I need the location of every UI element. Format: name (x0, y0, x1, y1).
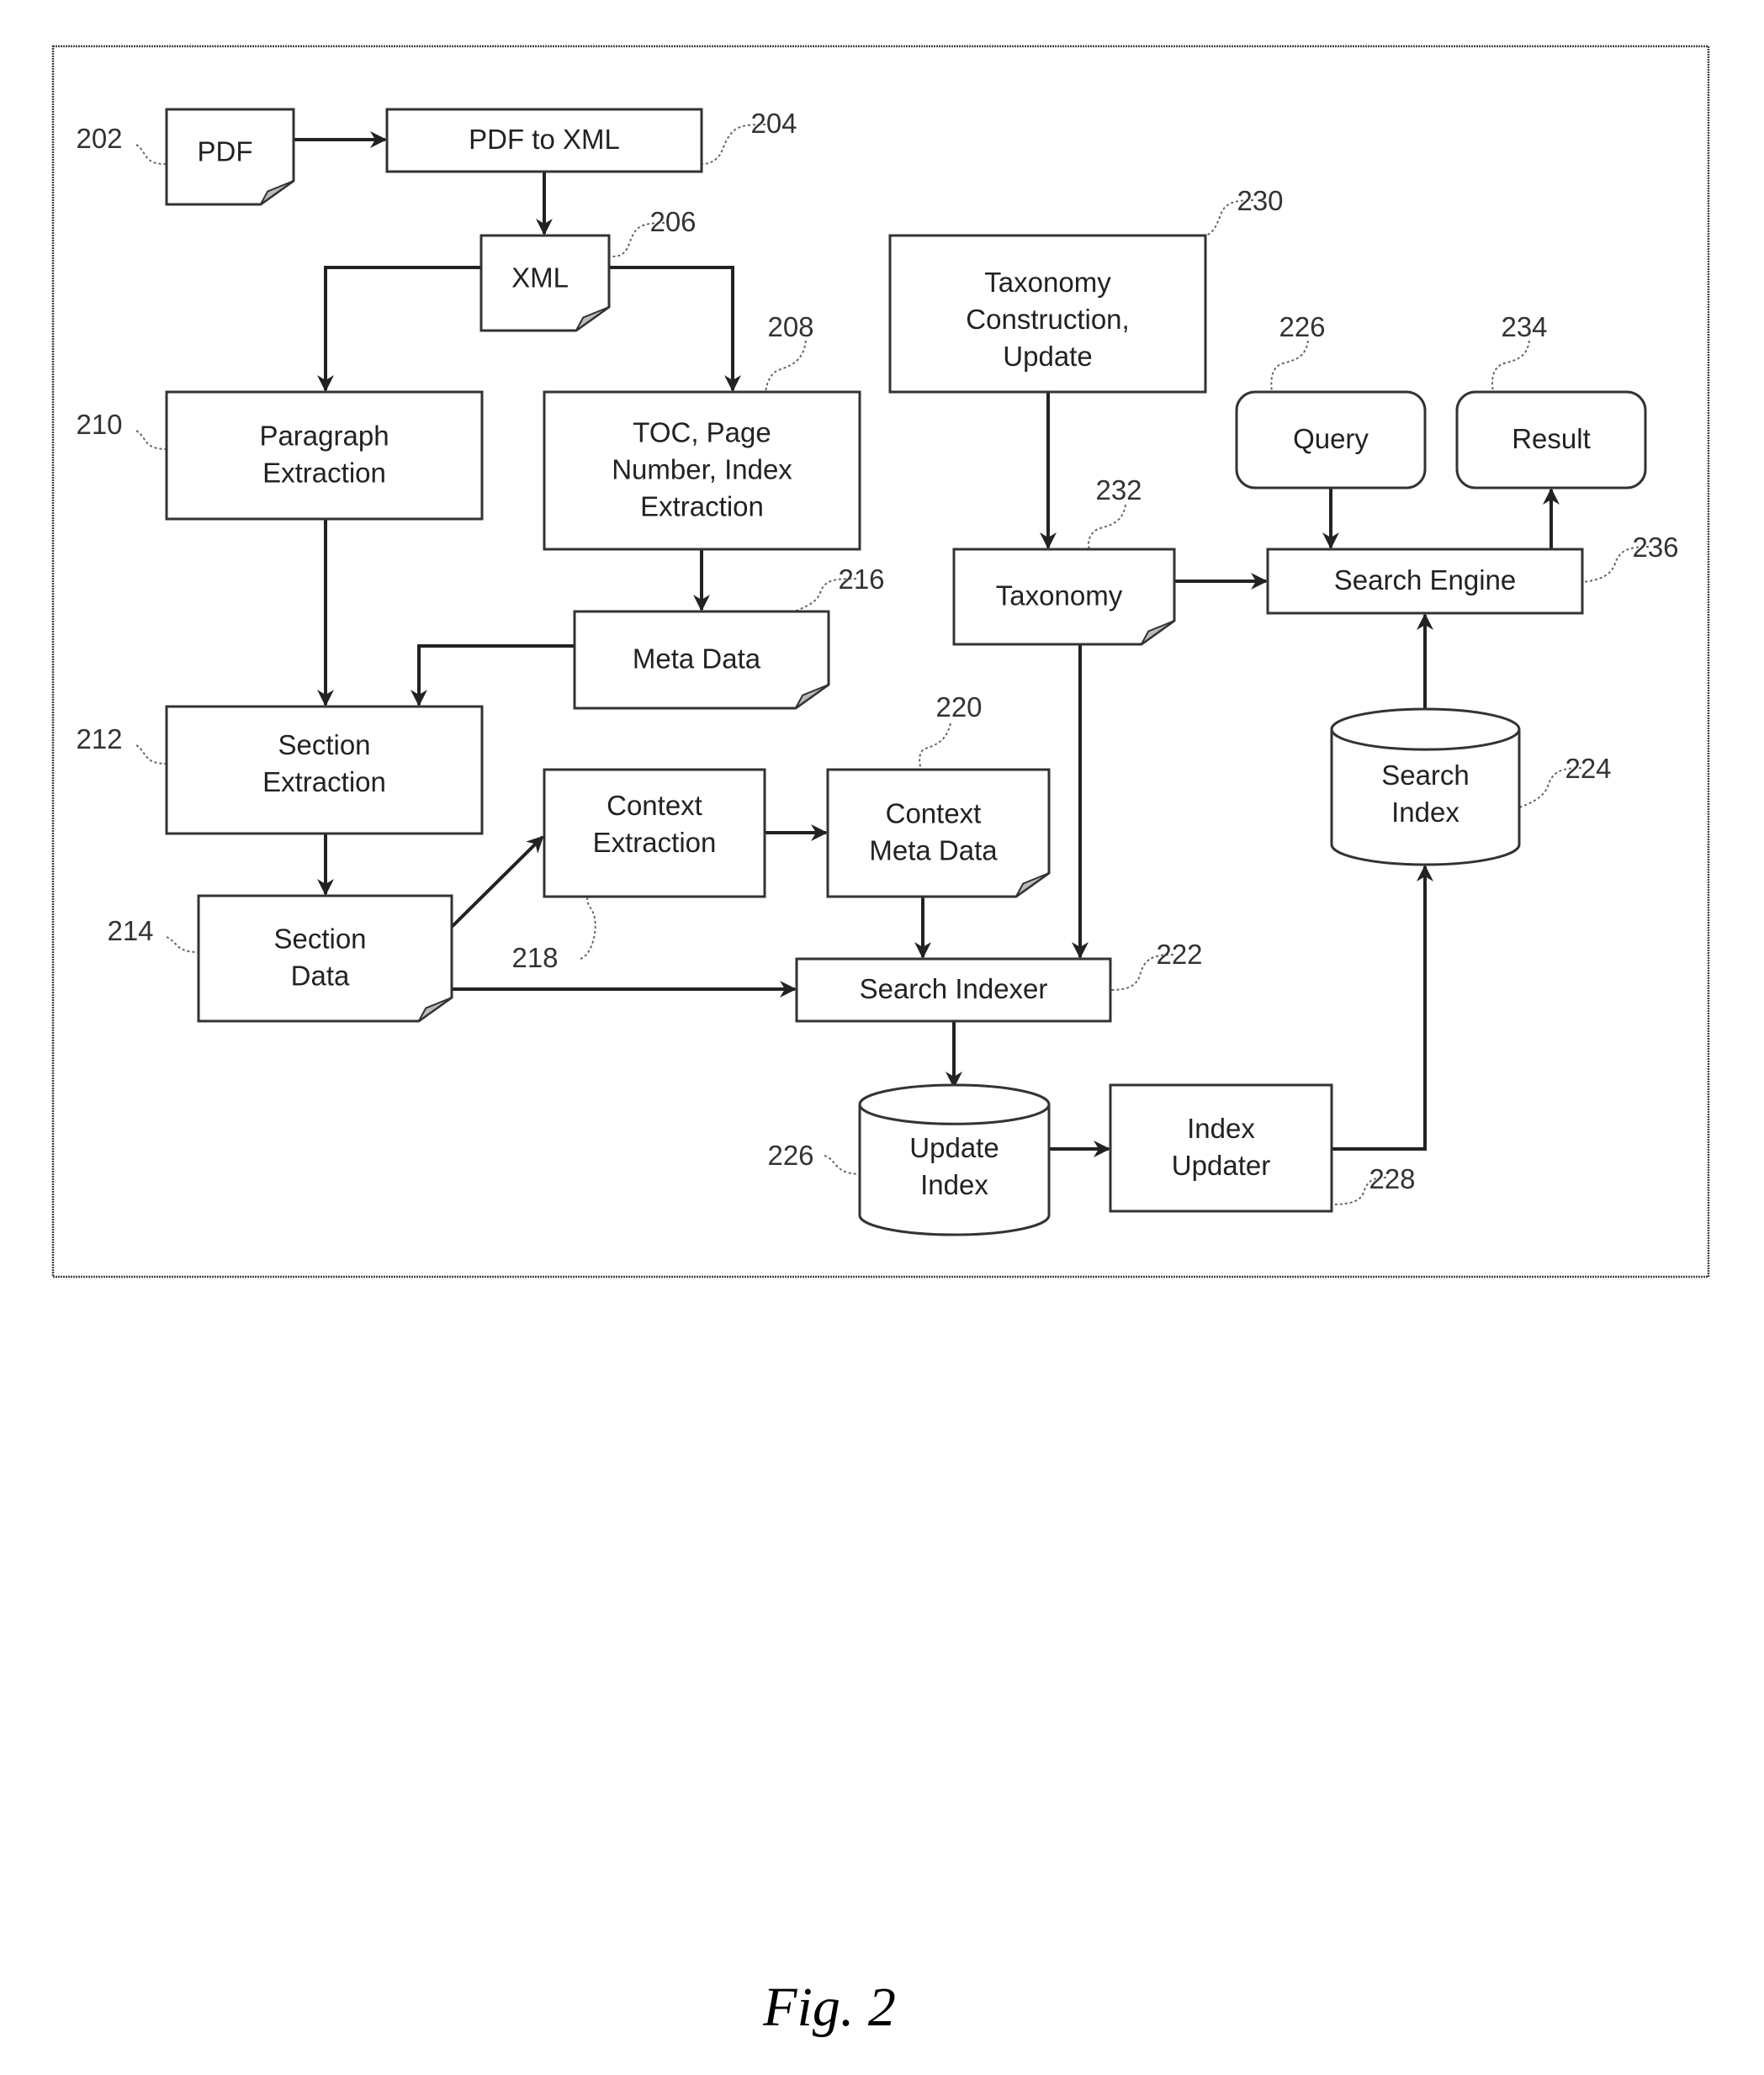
node-label: Taxonomy (996, 580, 1123, 611)
node-label: Extraction (640, 491, 764, 522)
node-index-updater: Index Updater (1109, 1083, 1333, 1213)
node-result: Result (1455, 390, 1647, 490)
node-label: Search (1381, 760, 1470, 791)
reference-numeral: 208 (767, 311, 813, 342)
node-pdf: PDF (165, 108, 295, 206)
node-pdf-to-xml: PDF to XML (385, 108, 703, 173)
node-label: Index (920, 1169, 988, 1200)
node-label: Section (278, 729, 370, 760)
node-paragraph-extraction: Paragraph Extraction (165, 390, 484, 521)
edge-xml-to-paragraph-extraction (317, 266, 481, 392)
reference-numeral: 210 (76, 409, 122, 440)
node-label: Context (886, 798, 982, 829)
reference-numeral: 230 (1237, 185, 1283, 216)
leader-line (1270, 340, 1309, 393)
reference-numeral: 218 (511, 942, 558, 973)
node-label: Construction, (966, 304, 1129, 335)
node-label: Search Indexer (860, 973, 1048, 1004)
node-search-engine: Search Engine (1266, 548, 1584, 615)
leader-line (1087, 504, 1126, 550)
reference-numeral: 206 (649, 206, 696, 237)
node-label: TOC, Page (633, 417, 771, 448)
node-query: Query (1235, 390, 1427, 490)
leader-line (135, 430, 167, 450)
node-taxonomy-construction: Taxonomy Construction, Update (888, 234, 1207, 394)
reference-numeral: 228 (1369, 1163, 1415, 1194)
reference-numeral: 232 (1095, 474, 1142, 506)
reference-numeral: 220 (935, 691, 982, 723)
reference-numeral: 226 (1279, 311, 1325, 342)
reference-numeral: 226 (767, 1140, 813, 1171)
node-label: Search Engine (1334, 564, 1516, 596)
node-label: XML (511, 262, 569, 294)
flow-diagram: 202 204 206 208 210 212 214 216 218 220 222 224 226 2… (51, 45, 1710, 2038)
reference-numeral: 214 (107, 915, 153, 946)
node-label: Query (1293, 423, 1369, 454)
node-section-data: Section Data (197, 894, 453, 1023)
edge-xml-to-toc-extraction (609, 266, 741, 392)
document-shape (197, 894, 453, 1023)
node-taxonomy: Taxonomy (952, 548, 1176, 646)
leader-line (135, 144, 167, 166)
node-label: Number, Index (612, 454, 792, 485)
leader-line (919, 723, 951, 770)
node-context-extraction: Context Extraction (543, 768, 766, 898)
reference-numeral: 224 (1565, 753, 1611, 784)
reference-numeral: 236 (1632, 532, 1678, 563)
node-label: PDF to XML (469, 124, 620, 155)
node-label: Extraction (262, 458, 386, 489)
leaders-layer: 202 204 206 208 210 212 214 216 218 220 222 224 226 2… (76, 108, 1679, 1205)
leader-line (580, 896, 596, 960)
leader-line (1491, 340, 1530, 393)
node-label: Result (1512, 423, 1591, 454)
leader-line (824, 1155, 861, 1175)
reference-numeral: 204 (750, 108, 797, 139)
node-section-extraction: Section Extraction (165, 705, 484, 835)
node-label: Index (1391, 797, 1459, 828)
node-label: Update (909, 1132, 999, 1163)
leader-line (765, 340, 807, 393)
node-meta-data: Meta Data (573, 610, 830, 710)
document-shape (826, 768, 1051, 898)
process-box (1109, 1083, 1333, 1213)
node-toc-extraction: TOC, Page Number, Index Extraction (543, 390, 861, 551)
edge-meta-data-to-section-extraction (411, 644, 575, 707)
reference-numeral: 202 (76, 123, 122, 154)
reference-numeral: 212 (76, 723, 122, 754)
node-label: Meta Data (633, 643, 761, 675)
node-label: Update (1003, 341, 1092, 372)
node-search-index: Search Index (1330, 707, 1521, 866)
node-xml: XML (479, 234, 611, 332)
reference-numeral: 222 (1156, 939, 1202, 970)
process-box (165, 390, 484, 521)
reference-numeral: 216 (838, 564, 884, 595)
node-context-meta-data: Context Meta Data (826, 768, 1051, 898)
node-label: Updater (1172, 1150, 1270, 1181)
node-label: Index (1187, 1113, 1255, 1144)
node-search-indexer: Search Indexer (795, 957, 1112, 1023)
leader-line (135, 744, 167, 765)
figure-caption: Fig. 2 (762, 1977, 896, 2038)
node-label: Meta Data (869, 835, 998, 866)
node-label: Section (273, 924, 366, 955)
edge-index-updater-to-search-index (1332, 865, 1433, 1151)
edge-section-data-to-context-extraction (450, 835, 544, 929)
node-label: Taxonomy (984, 267, 1111, 298)
node-update-index: Update Index (858, 1083, 1051, 1236)
leader-line (166, 936, 199, 953)
node-label: Extraction (593, 827, 717, 858)
node-label: Extraction (262, 766, 386, 797)
reference-numeral: 234 (1501, 311, 1547, 342)
node-label: Paragraph (259, 421, 389, 452)
node-label: Context (607, 790, 702, 821)
node-label: PDF (198, 136, 253, 167)
node-label: Data (291, 961, 350, 992)
